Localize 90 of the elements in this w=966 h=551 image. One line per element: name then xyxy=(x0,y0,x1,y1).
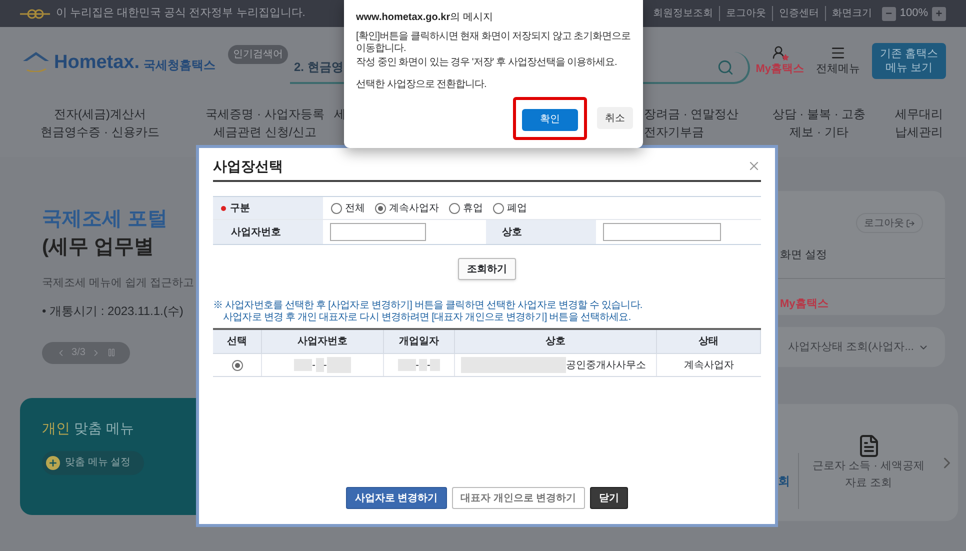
radio-button[interactable] xyxy=(493,202,504,214)
nav-item[interactable]: 상담 · 불복 · 고충 xyxy=(772,105,866,123)
top-link[interactable]: 인증센터 xyxy=(772,6,825,21)
alert-message: 작성 중인 화면이 있는 경우 '저장' 후 사업장선택을 이용하세요. xyxy=(356,57,618,69)
hero-date: • 개통시기 : 2023.11.1.(수) xyxy=(42,302,184,320)
search-button[interactable]: 조회하기 xyxy=(458,258,516,280)
popular-search-badge: 인기검색어 xyxy=(228,44,288,64)
redaction-block xyxy=(398,359,416,371)
hero-subtitle: (세무 업무별 xyxy=(42,235,156,260)
radio-button[interactable] xyxy=(331,202,342,214)
column-header: 사업자번호 xyxy=(298,335,348,349)
nav-item[interactable]: 세무대리 xyxy=(895,105,943,123)
dialog-button[interactable]: 사업자로 변경하기 xyxy=(346,487,447,509)
radio-button[interactable] xyxy=(375,202,386,214)
instruction-note: 사업자로 변경 후 개인 대표자로 다시 변경하려면 [대표자 개인으로 변경하기] 버튼을 선택하세요. xyxy=(222,312,632,324)
custom-menu-title: 맞춤 메뉴 xyxy=(74,420,134,436)
alert-message: [확인]버튼을 클릭하시면 현재 화면이 저장되지 않고 초기화면으로 이동합니다. xyxy=(356,31,632,55)
table-cell-text: 공인중개사사무소 xyxy=(566,358,646,372)
radio-label[interactable]: 폐업 xyxy=(507,200,527,216)
nav-item[interactable]: 장려금 · 연말정산 xyxy=(644,105,739,123)
column-header: 선택 xyxy=(227,335,247,349)
plus-icon xyxy=(46,456,60,470)
redaction-block xyxy=(294,359,312,371)
redaction-block xyxy=(326,357,351,373)
house-logo-icon xyxy=(22,50,50,72)
custom-menu-setting-button[interactable]: 맞춤 메뉴 설정 xyxy=(42,450,144,474)
redaction-block xyxy=(419,359,427,371)
table-cell-text: - xyxy=(427,358,430,372)
instruction-note: ※ 사업자번호를 선택한 후 [사업자로 변경하기] 버튼을 클릭하면 선택한 사업자로 변경할 수 있습니다. xyxy=(213,300,644,312)
nav-item[interactable]: 제보 · 기타 xyxy=(790,123,848,141)
redaction-block xyxy=(430,359,440,371)
radio-label[interactable]: 전체 xyxy=(345,200,365,216)
redaction-block xyxy=(316,358,324,372)
column-header: 개업일자 xyxy=(399,335,439,349)
field-label: 상호 xyxy=(502,226,522,240)
shortcut-label[interactable]: 자료 조회 xyxy=(844,474,892,491)
screen-setting-link[interactable]: 화면 설정 xyxy=(778,247,945,264)
zoom-in-button[interactable]: + xyxy=(932,6,946,20)
person-star-icon[interactable] xyxy=(770,44,789,61)
legacy-menu-button[interactable]: 기존 홈택스 메뉴 보기 xyxy=(872,43,946,79)
zoom-level: 100% xyxy=(900,6,928,22)
table-cell-text: - xyxy=(312,358,316,372)
business-name-input[interactable] xyxy=(603,223,721,241)
radio-button[interactable] xyxy=(232,360,242,370)
nav-item[interactable]: 전자(세금)계산서 xyxy=(54,105,146,123)
custom-menu-highlight: 개인 xyxy=(42,420,70,436)
radio-label[interactable]: 휴업 xyxy=(463,200,483,216)
status-dropdown[interactable]: 사업자상태 조회(사업자... xyxy=(778,327,945,367)
field-label: 사업자번호 xyxy=(231,226,281,240)
hero-title: 국제조세 포털 xyxy=(42,207,169,232)
pause-icon[interactable] xyxy=(107,348,116,357)
logout-button[interactable]: 로그아웃 xyxy=(856,213,923,233)
all-menu-link[interactable]: 전체메뉴 xyxy=(816,60,860,78)
search-icon[interactable] xyxy=(717,58,734,76)
hero-description: 국제조세 메뉴에 쉽게 접근하고 xyxy=(42,276,196,291)
dialog-button[interactable]: 닫기 xyxy=(590,487,628,509)
nav-item[interactable]: 전자기부금 xyxy=(644,123,704,141)
top-link[interactable]: 화면크기 xyxy=(824,6,878,21)
business-number-input[interactable] xyxy=(330,223,426,241)
nav-item[interactable]: 납세관리 xyxy=(895,123,943,141)
logout-icon xyxy=(906,218,915,228)
table-cell-text: - xyxy=(324,358,327,372)
column-header: 상태 xyxy=(698,335,718,349)
shortcut-label[interactable]: 근로자 소득 · 세액공제 xyxy=(812,458,924,474)
alert-message: 선택한 사업장으로 전환합니다. xyxy=(356,79,488,91)
logo-text: Hometax. xyxy=(54,53,140,72)
close-icon[interactable] xyxy=(747,159,761,173)
menu-icon[interactable] xyxy=(830,44,846,61)
zoom-out-button[interactable]: − xyxy=(882,6,896,20)
ok-button[interactable]: 확인 xyxy=(522,108,578,130)
table-cell-text: - xyxy=(416,358,419,372)
nav-item[interactable]: 세 xyxy=(334,105,346,123)
nav-item[interactable]: 국세증명 · 사업자등록 xyxy=(206,105,324,123)
nav-item[interactable]: 세금관련 신청/신고 xyxy=(214,123,316,141)
dialog-title: 사업장선택 xyxy=(213,156,283,176)
radio-button[interactable] xyxy=(449,202,460,214)
nav-item[interactable]: 현금영수증 · 신용카드 xyxy=(40,123,160,141)
table-cell-text: 계속사업자 xyxy=(684,358,734,372)
dialog-button[interactable]: 대표자 개인으로 변경하기 xyxy=(452,487,586,509)
radio-label[interactable]: 계속사업자 xyxy=(389,200,439,216)
cancel-button[interactable]: 취소 xyxy=(597,107,633,130)
top-link[interactable]: 로그아웃 xyxy=(718,6,772,21)
egov-logo-icon xyxy=(20,8,50,18)
required-mark-icon xyxy=(221,206,226,210)
top-link[interactable]: 회원정보조회 xyxy=(646,6,719,21)
field-label: 구분 xyxy=(230,202,250,216)
alert-title: www.hometax.go.kr의 메시지 xyxy=(356,11,494,25)
logo-label: 국세청홈택스 xyxy=(144,59,216,71)
column-header: 상호 xyxy=(546,335,566,349)
gov-notice: 이 누리집은 대한민국 공식 전자정부 누리집입니다. xyxy=(56,6,306,22)
